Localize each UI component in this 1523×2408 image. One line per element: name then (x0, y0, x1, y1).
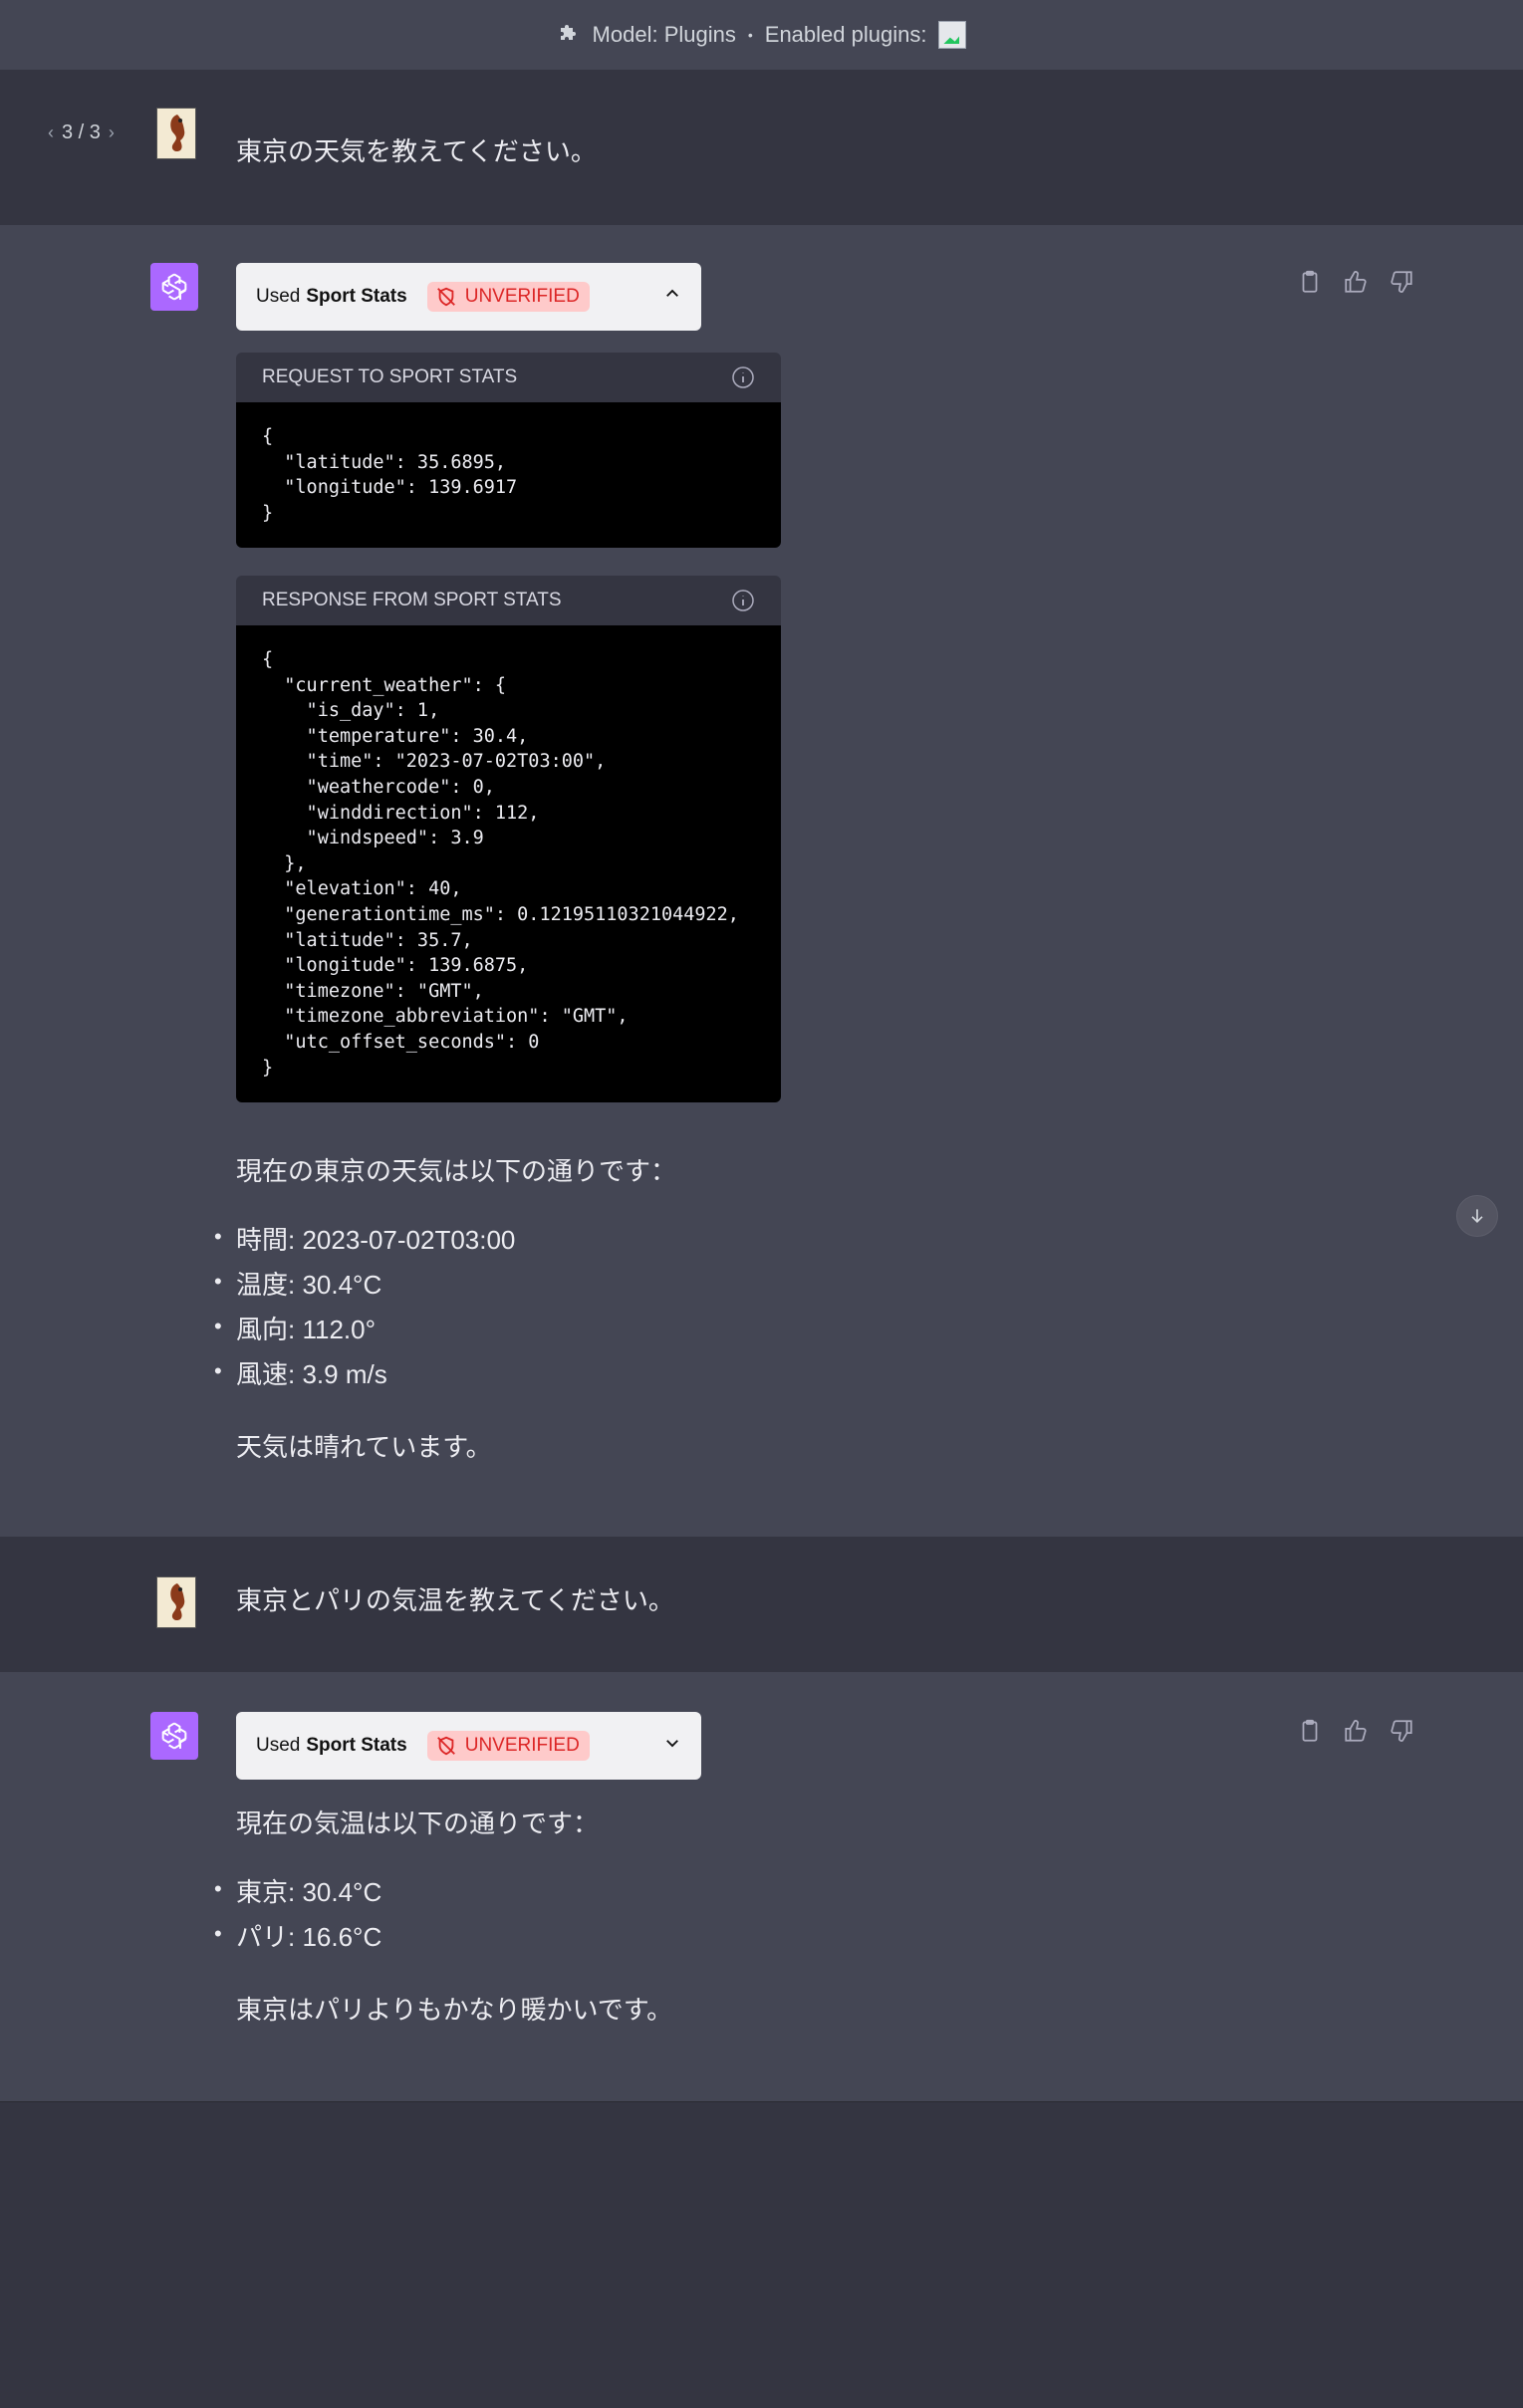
plugin-image-icon (938, 21, 967, 49)
assistant-avatar (150, 1712, 198, 1760)
plugin-name: Sport Stats (306, 286, 407, 307)
list-item: 温度: 30.4°C (214, 1259, 676, 1308)
info-icon[interactable] (731, 365, 755, 389)
request-panel: REQUEST TO SPORT STATS { "latitude": 35.… (236, 353, 781, 549)
thumbs-up-icon[interactable] (1343, 269, 1369, 295)
answer-outro: 東京はパリよりもかなり暖かいです。 (236, 1995, 673, 2025)
list-item: 東京: 30.4°C (214, 1866, 672, 1915)
answer-intro: 現在の気温は以下の通りです： (236, 1808, 600, 1838)
unverified-badge: UNVERIFIED (426, 1731, 590, 1761)
arrow-down-icon (1471, 1209, 1483, 1224)
puzzle-icon (560, 25, 576, 40)
thumbs-up-icon[interactable] (1343, 1718, 1369, 1744)
user-message-text: 東京の天気を教えてください。 (236, 136, 597, 166)
list-item: 風速: 3.9 m/s (214, 1348, 676, 1397)
pager-prev-button[interactable]: ‹ (48, 122, 54, 143)
message-actions (1297, 1718, 1414, 1744)
response-title: RESPONSE FROM SPORT STATS (262, 590, 562, 610)
shield-off-icon (436, 287, 455, 307)
response-code: { "current_weather": { "is_day": 1, "tem… (236, 625, 781, 1103)
user-avatar (156, 1576, 196, 1628)
answer-intro: 現在の東京の天気は以下の通りです： (236, 1156, 677, 1186)
top-bar: Model: Plugins • Enabled plugins: (0, 0, 1523, 71)
unverified-badge-label: UNVERIFIED (464, 286, 580, 307)
pager-next-button[interactable]: › (109, 122, 115, 143)
pager-count: 3 / 3 (62, 121, 101, 143)
enabled-plugins-label: Enabled plugins: (764, 22, 927, 47)
message-pager: ‹ 3 / 3 › (48, 121, 115, 144)
expand-plugin-button[interactable] (663, 1734, 681, 1758)
assistant-message-row: Used Sport Stats UNVERIFIED 現在の気温は以下の通りで… (0, 1672, 1523, 2102)
unverified-badge: UNVERIFIED (426, 282, 590, 312)
list-item: 風向: 112.0° (214, 1304, 676, 1352)
collapse-plugin-button[interactable] (663, 285, 681, 309)
plugin-used-pill[interactable]: Used Sport Stats UNVERIFIED (236, 1712, 701, 1780)
plugin-name: Sport Stats (306, 1735, 407, 1756)
request-code: { "latitude": 35.6895, "longitude": 139.… (236, 402, 781, 549)
plugin-used-label: Used (256, 1735, 301, 1756)
user-message-row: ‹ 3 / 3 › 東京の天気を教えてください。 (0, 70, 1523, 226)
answer-outro: 天気は晴れています。 (236, 1432, 492, 1462)
openai-logo-icon (161, 273, 187, 301)
assistant-answer: 現在の気温は以下の通りです： 東京: 30.4°C パリ: 16.6°C 東京は… (214, 1804, 673, 2027)
assistant-message-row: Used Sport Stats UNVERIFIED REQUEST TO S… (0, 225, 1523, 1538)
plugin-used-pill[interactable]: Used Sport Stats UNVERIFIED (236, 263, 701, 331)
chevron-up-icon (666, 289, 678, 297)
model-label: Model: Plugins (592, 22, 736, 47)
copy-icon[interactable] (1297, 269, 1323, 295)
user-message-row: 東京とパリの気温を教えてください。 (0, 1537, 1523, 1673)
copy-icon[interactable] (1297, 1718, 1323, 1744)
scroll-to-bottom-button[interactable] (1456, 1195, 1498, 1237)
info-icon[interactable] (731, 589, 755, 612)
list-item: パリ: 16.6°C (214, 1911, 672, 1960)
request-title: REQUEST TO SPORT STATS (262, 366, 518, 387)
chevron-down-icon (666, 1740, 678, 1748)
list-item: 時間: 2023-07-02T03:00 (214, 1214, 676, 1263)
assistant-avatar (150, 263, 198, 311)
thumbs-down-icon[interactable] (1389, 269, 1414, 295)
separator-dot: • (747, 27, 753, 43)
user-avatar (156, 108, 196, 159)
unverified-badge-label: UNVERIFIED (464, 1735, 580, 1756)
thumbs-down-icon[interactable] (1389, 1718, 1414, 1744)
answer-list: 東京: 30.4°C パリ: 16.6°C (214, 1866, 672, 1960)
assistant-answer: 現在の東京の天気は以下の通りです： 時間: 2023-07-02T03:00 温… (214, 1151, 677, 1464)
answer-list: 時間: 2023-07-02T03:00 温度: 30.4°C 風向: 112.… (214, 1214, 676, 1397)
shield-off-icon (436, 1736, 455, 1756)
plugin-used-label: Used (256, 286, 301, 307)
message-actions (1297, 269, 1414, 295)
user-message-text: 東京とパリの気温を教えてください。 (236, 1585, 674, 1615)
response-panel: RESPONSE FROM SPORT STATS { "current_wea… (236, 576, 781, 1103)
openai-logo-icon (161, 1722, 187, 1750)
